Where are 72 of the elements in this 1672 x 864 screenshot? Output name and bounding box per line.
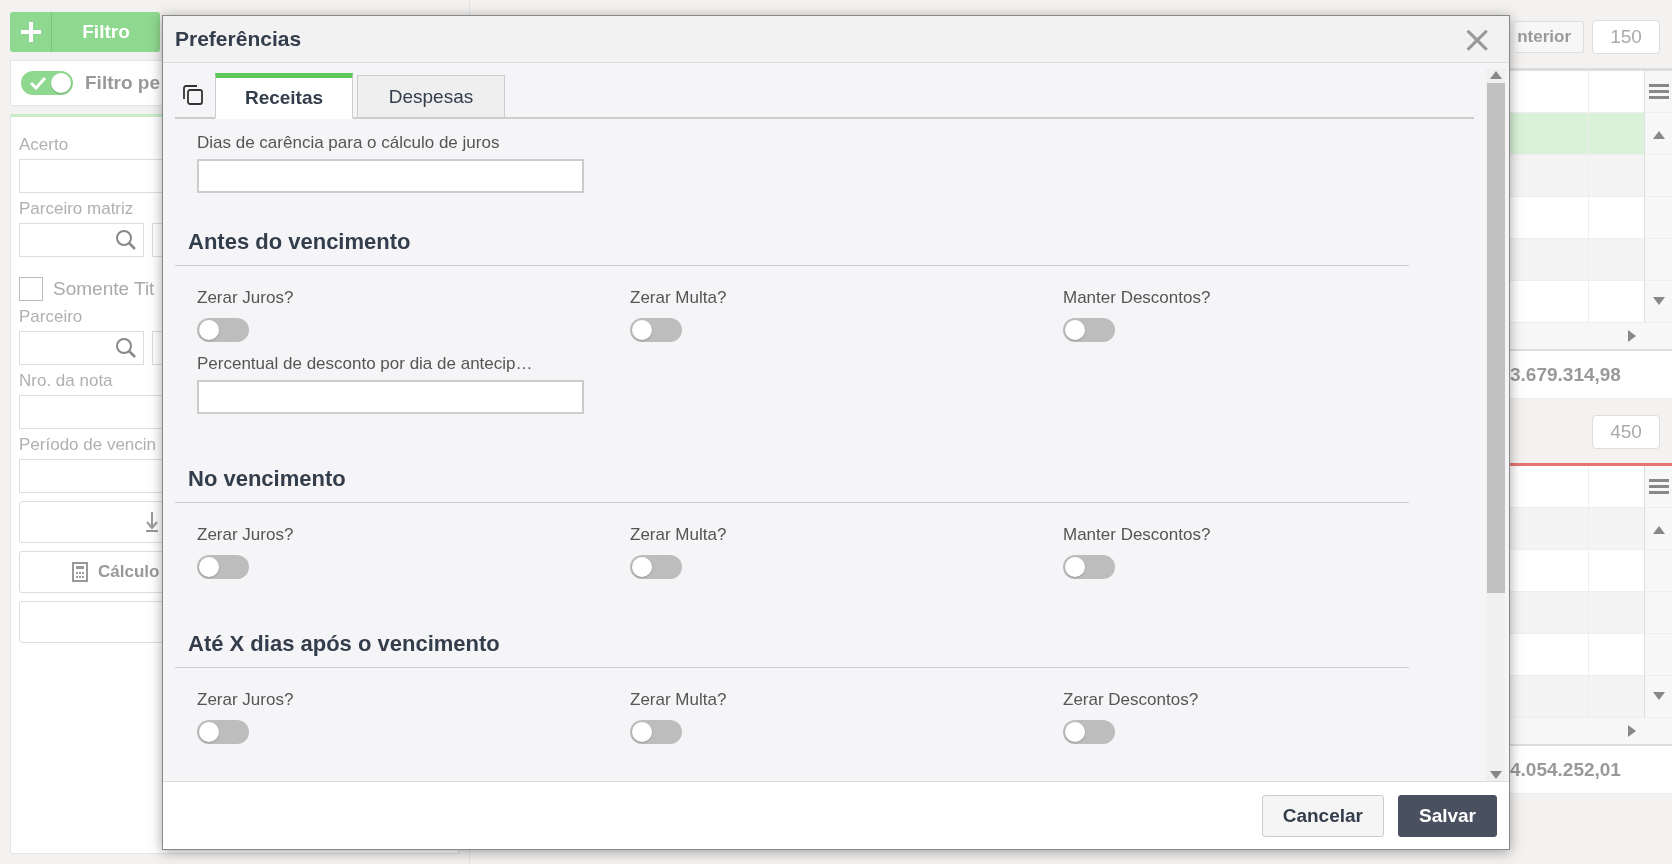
scroll-down-icon[interactable] <box>1652 296 1665 307</box>
calculator-icon <box>72 562 88 582</box>
total-value: 3.679.314,98 <box>1510 363 1621 386</box>
toggle-label: Zerar Multa? <box>630 525 727 545</box>
tab[interactable]: Receitas <box>215 73 353 119</box>
toggle-label: Manter Descontos? <box>1063 288 1211 308</box>
menu-icon[interactable] <box>1648 478 1669 495</box>
scroll-right-icon[interactable] <box>1628 725 1636 737</box>
search-icon[interactable] <box>115 229 137 251</box>
scroll-right-icon[interactable] <box>1628 330 1636 342</box>
input-field[interactable] <box>197 380 584 414</box>
toggle-switch[interactable] <box>197 318 249 342</box>
toggle-label: Zerar Juros? <box>197 288 294 308</box>
grid-row[interactable] <box>1510 592 1672 634</box>
input-field[interactable] <box>197 159 584 193</box>
section-heading: No vencimento <box>175 466 1409 503</box>
menu-icon[interactable] <box>1648 83 1669 100</box>
grid-row[interactable] <box>1510 676 1672 718</box>
record-count: 150 <box>1592 20 1660 54</box>
horizontal-scrollbar[interactable] <box>1510 323 1672 349</box>
filter-label: Filtro pe <box>85 72 160 94</box>
scroll-up-icon[interactable] <box>1489 69 1502 79</box>
save-button[interactable]: Salvar <box>1397 794 1497 837</box>
field-label: Nro. da nota <box>19 371 113 391</box>
search-field[interactable] <box>19 223 144 257</box>
toggle-switch[interactable] <box>21 71 73 95</box>
toggle-label: Zerar Multa? <box>630 288 727 308</box>
record-count: 450 <box>1592 415 1660 449</box>
toggle-switch[interactable] <box>1063 555 1115 579</box>
toggle-label: Zerar Descontos? <box>1063 690 1199 710</box>
grid-row[interactable] <box>1510 197 1672 239</box>
toggle-switch[interactable] <box>197 720 249 744</box>
toggle-switch[interactable] <box>630 555 682 579</box>
grid-row[interactable] <box>1510 155 1672 197</box>
toggle-switch[interactable] <box>630 318 682 342</box>
grid-row[interactable] <box>1510 508 1672 550</box>
section-heading: Até X dias após o vencimento <box>175 631 1409 668</box>
grid-row[interactable] <box>1510 281 1672 323</box>
toggle-switch[interactable] <box>1063 318 1115 342</box>
search-icon[interactable] <box>115 337 137 359</box>
tab[interactable]: Despesas <box>357 75 505 119</box>
cancel-button[interactable]: Cancelar <box>1261 794 1384 837</box>
total-value: 4.054.252,01 <box>1510 758 1621 781</box>
plus-icon <box>20 22 41 42</box>
copy-icon[interactable] <box>182 84 204 106</box>
grid-row[interactable] <box>1510 113 1672 155</box>
toggle-label: Zerar Multa? <box>630 690 727 710</box>
field-label: Parceiro <box>19 307 83 327</box>
toggle-switch[interactable] <box>630 720 682 744</box>
grid-row[interactable] <box>1510 550 1672 592</box>
toggle-switch[interactable] <box>1063 720 1115 744</box>
toggle-label: Zerar Juros? <box>197 690 294 710</box>
field-label: Acerto <box>19 135 69 155</box>
field-label: Dias de carência para o cálculo de juros <box>197 133 500 153</box>
toggle-label: Manter Descontos? <box>1063 525 1211 545</box>
search-field[interactable] <box>19 331 144 365</box>
grid-row[interactable] <box>1510 634 1672 676</box>
toggle-label: Zerar Juros? <box>197 525 294 545</box>
field-label: Parceiro matriz <box>19 199 134 219</box>
horizontal-scrollbar[interactable] <box>1510 718 1672 744</box>
checkbox-label: Somente Tit <box>53 278 155 300</box>
check-icon <box>29 76 47 90</box>
grid-row[interactable] <box>1510 239 1672 281</box>
field-label: Percentual de desconto por dia de antecip… <box>197 354 533 374</box>
section-heading: Antes do vencimento <box>175 229 1409 266</box>
scrollbar[interactable] <box>1486 69 1505 781</box>
dialog-title: Preferências <box>175 27 302 51</box>
download-icon <box>146 512 158 532</box>
scroll-down-icon[interactable] <box>1652 691 1665 702</box>
toggle-switch[interactable] <box>197 555 249 579</box>
checkbox[interactable] <box>19 277 43 301</box>
field-label: Período de vencin <box>19 435 157 455</box>
